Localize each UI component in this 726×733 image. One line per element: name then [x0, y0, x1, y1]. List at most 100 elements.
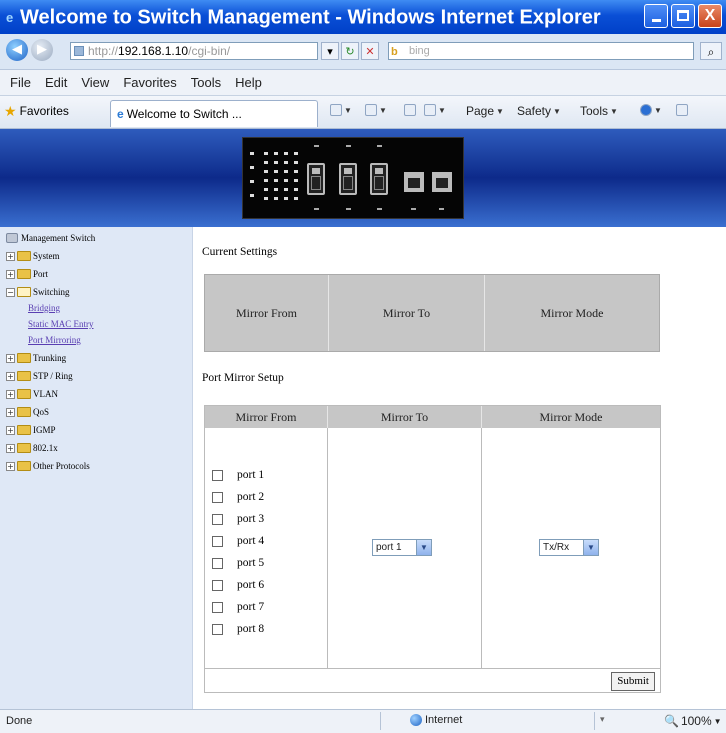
tree-link-bridging[interactable]: Bridging	[28, 303, 60, 313]
menu-favorites[interactable]: Favorites	[123, 70, 176, 95]
browser-tab[interactable]: e Welcome to Switch ...	[110, 100, 318, 127]
search-icon: ⌕	[707, 45, 715, 59]
port-4-checkbox[interactable]	[212, 535, 223, 547]
port-checkbox-row: port 5	[212, 557, 264, 569]
port-2-checkbox[interactable]	[212, 491, 223, 503]
tree-item-trunking[interactable]: + Trunking	[6, 351, 66, 365]
print-button[interactable]: ▼	[424, 104, 446, 116]
tree-item-igmp[interactable]: + IGMP	[6, 423, 56, 437]
port-8-checkbox[interactable]	[212, 623, 223, 635]
menu-edit[interactable]: Edit	[45, 70, 67, 95]
mirror-mode-column: Tx/Rx ▼	[482, 428, 660, 668]
maximize-button[interactable]	[671, 4, 695, 28]
column-header: Mirror Mode	[540, 305, 604, 320]
submit-button[interactable]: Submit	[611, 672, 655, 691]
ie-logo-icon: e	[6, 9, 14, 25]
expand-icon[interactable]: +	[6, 425, 15, 435]
close-button[interactable]: X	[698, 4, 722, 28]
stop-button[interactable]: ✕	[361, 42, 379, 60]
search-input[interactable]: b bing	[388, 42, 694, 60]
back-button[interactable]: ◀	[6, 39, 28, 61]
mirror-from-column: port 1 port 2 port 3 port 4 port 5 port …	[205, 428, 328, 668]
menu-view[interactable]: View	[81, 70, 109, 95]
tree-item-system[interactable]: + System	[6, 249, 60, 263]
minimize-button[interactable]	[644, 4, 668, 28]
port-7-checkbox[interactable]	[212, 601, 223, 613]
chevron-down-icon: ▼	[583, 540, 598, 555]
address-input[interactable]: http://192.168.1.10/cgi-bin/	[70, 42, 318, 60]
feeds-button[interactable]: ▼	[365, 104, 387, 116]
safety-menu[interactable]: Safety ▼	[517, 104, 561, 118]
home-button[interactable]: ▼	[330, 104, 352, 116]
star-icon: ★	[4, 103, 17, 119]
feeds-icon	[365, 104, 377, 116]
port-checkbox-row: port 4	[212, 535, 264, 547]
collapse-icon[interactable]: −	[6, 287, 15, 297]
port-checkbox-row: port 2	[212, 491, 264, 503]
tree-item-switching[interactable]: − Switching	[6, 285, 70, 299]
tree-item-qos[interactable]: + QoS	[6, 405, 49, 419]
expand-icon[interactable]: +	[6, 371, 15, 381]
mirror-mode-select[interactable]: Tx/Rx ▼	[539, 539, 599, 556]
search-button[interactable]: ⌕	[700, 42, 722, 60]
tree-item-label: Port	[33, 269, 49, 279]
expand-icon[interactable]: +	[6, 389, 15, 399]
mail-icon	[404, 104, 416, 116]
port-6-checkbox[interactable]	[212, 579, 223, 591]
expand-icon[interactable]: +	[6, 407, 15, 417]
tree-item-port[interactable]: + Port	[6, 267, 48, 281]
tree-item-stp-ring[interactable]: + STP / Ring	[6, 369, 73, 383]
tree-item-other-protocols[interactable]: + Other Protocols	[6, 459, 90, 473]
research-button[interactable]	[676, 104, 688, 116]
port-1-checkbox[interactable]	[212, 469, 223, 481]
address-dropdown-button[interactable]: ▾	[321, 42, 339, 60]
tree-link-port-mirroring[interactable]: Port Mirroring	[28, 335, 81, 345]
expand-icon[interactable]: +	[6, 269, 15, 279]
tree-link-static-mac-entry[interactable]: Static MAC Entry	[28, 319, 94, 329]
column-header: Mirror From	[205, 406, 328, 428]
zoom-control[interactable]: 🔍 100% ▼	[664, 714, 722, 728]
mirror-mode-value: Tx/Rx	[543, 542, 570, 553]
chevron-down-icon: ▼	[553, 106, 561, 116]
folder-icon	[17, 425, 31, 435]
port-label: port 6	[237, 579, 265, 591]
menu-help[interactable]: Help	[235, 70, 262, 95]
tree-item-label: VLAN	[33, 389, 58, 399]
mirror-to-select[interactable]: port 1 ▼	[372, 539, 432, 556]
port-3-checkbox[interactable]	[212, 513, 223, 525]
close-icon: X	[704, 7, 716, 24]
status-bar: Done Internet ▾ 🔍 100% ▼	[0, 709, 726, 733]
menu-file[interactable]: File	[10, 70, 31, 95]
tree-item-vlan[interactable]: + VLAN	[6, 387, 58, 401]
tools-menu[interactable]: Tools ▼	[580, 104, 618, 118]
security-zone[interactable]: Internet	[410, 714, 462, 726]
folder-icon	[17, 461, 31, 471]
port-checkbox-row: port 1	[212, 469, 264, 481]
tree-item-802-1x[interactable]: +802.1x	[6, 441, 58, 455]
favorites-button[interactable]: ★ Favorites	[4, 104, 69, 118]
expand-icon[interactable]: +	[6, 461, 15, 471]
port-5-checkbox[interactable]	[212, 557, 223, 569]
chevron-down-icon: ▼	[610, 106, 618, 116]
protected-mode-icon[interactable]: ▾	[600, 714, 640, 728]
expand-icon[interactable]: +	[6, 353, 15, 363]
expand-icon[interactable]: +	[6, 443, 15, 453]
back-arrow-icon: ◀	[12, 42, 22, 57]
home-icon	[330, 104, 342, 116]
forward-button[interactable]: ▶	[31, 39, 53, 61]
page-menu[interactable]: Page ▼	[466, 104, 504, 118]
chevron-down-icon: ▼	[416, 540, 431, 555]
mail-button[interactable]	[404, 104, 416, 116]
search-placeholder: bing	[409, 45, 430, 57]
chevron-down-icon: ▼	[344, 105, 352, 115]
tree-root[interactable]: Management Switch	[6, 233, 95, 243]
port-label: port 5	[237, 557, 265, 569]
port-checkbox-row: port 3	[212, 513, 264, 525]
refresh-button[interactable]: ↻	[341, 42, 359, 60]
current-settings-heading: Current Settings	[202, 246, 278, 258]
expand-icon[interactable]: +	[6, 251, 15, 261]
help-menu[interactable]: ▼	[640, 104, 662, 116]
help-icon	[640, 104, 652, 116]
switch-panel-image	[242, 137, 464, 219]
menu-tools[interactable]: Tools	[191, 70, 221, 95]
